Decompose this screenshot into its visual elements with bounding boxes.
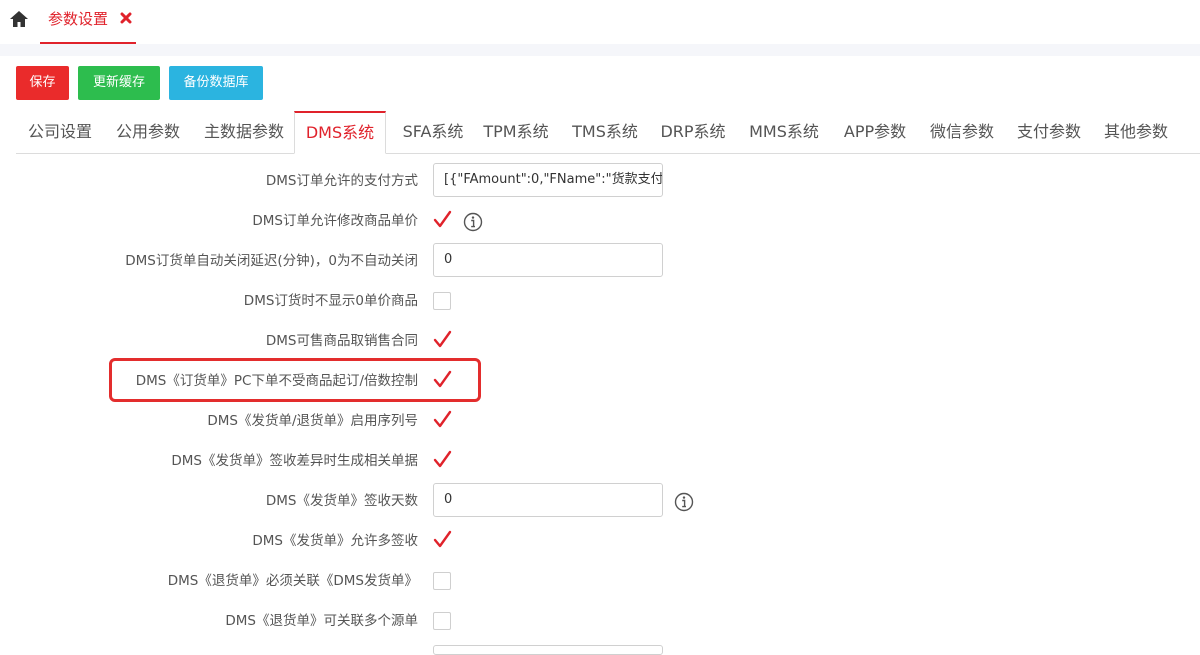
- tab-common-params[interactable]: 公用参数: [104, 111, 192, 153]
- save-button[interactable]: 保存: [16, 66, 69, 100]
- allow-edit-price-checkbox[interactable]: [433, 210, 452, 230]
- check-icon: [433, 330, 452, 348]
- setting-row: DMS《发货单》允许多签收: [0, 521, 1200, 561]
- setting-row: DMS可售商品取销售合同: [0, 321, 1200, 361]
- next-setting-input[interactable]: [433, 645, 663, 655]
- setting-label: DMS《退货单》可关联多个源单: [225, 613, 418, 629]
- sign-days-input[interactable]: 0: [433, 483, 663, 517]
- setting-row: DMS订货单自动关闭延迟(分钟)，0为不自动关闭 0: [0, 241, 1200, 281]
- tab-tms-system[interactable]: TMS系统: [560, 111, 650, 153]
- tab-wechat-params[interactable]: 微信参数: [920, 111, 1004, 153]
- sales-contract-checkbox[interactable]: [433, 330, 452, 350]
- return-multi-source-checkbox[interactable]: [433, 612, 451, 630]
- close-icon[interactable]: [120, 12, 132, 24]
- setting-label: DMS《发货单》允许多签收: [252, 533, 418, 549]
- setting-row: DMS《发货单》签收天数 0: [0, 481, 1200, 521]
- tab-other-params[interactable]: 其他参数: [1094, 111, 1178, 153]
- top-tab-bar: 参数设置: [0, 0, 1200, 44]
- tab-parameter-settings-label: 参数设置: [48, 10, 109, 28]
- refresh-cache-button[interactable]: 更新缓存: [78, 66, 160, 100]
- setting-row: DMS订货时不显示0单价商品: [0, 281, 1200, 321]
- setting-label: DMS《发货单》签收差异时生成相关单据: [171, 453, 418, 469]
- auto-close-delay-input[interactable]: 0: [433, 243, 663, 277]
- setting-row: DMS《发货单》签收差异时生成相关单据: [0, 441, 1200, 481]
- tab-company-settings[interactable]: 公司设置: [16, 111, 104, 153]
- header-separator: [0, 44, 1200, 56]
- module-tabs: 公司设置 公用参数 主数据参数 DMS系统 SFA系统 TPM系统 TMS系统 …: [16, 111, 1200, 154]
- setting-label: DMS《发货单》签收天数: [265, 493, 418, 509]
- setting-label: DMS订货单自动关闭延迟(分钟)，0为不自动关闭: [125, 253, 418, 269]
- setting-label: DMS订单允许的支付方式: [265, 173, 418, 189]
- setting-row: DMS《退货单》必须关联《DMS发货单》: [0, 561, 1200, 601]
- setting-label: DMS可售商品取销售合同: [265, 333, 418, 349]
- setting-label: DMS《发货单/退货单》启用序列号: [207, 413, 418, 429]
- info-icon[interactable]: [674, 492, 694, 512]
- highlight-annotation: [109, 358, 481, 402]
- setting-label: DMS订货时不显示0单价商品: [243, 293, 418, 309]
- tab-master-data-params[interactable]: 主数据参数: [194, 111, 294, 153]
- setting-row: DMS《发货单/退货单》启用序列号: [0, 401, 1200, 441]
- setting-row: DMS订单允许修改商品单价: [0, 201, 1200, 241]
- multi-sign-checkbox[interactable]: [433, 530, 452, 550]
- tab-drp-system[interactable]: DRP系统: [648, 111, 738, 153]
- tab-payment-params[interactable]: 支付参数: [1006, 111, 1092, 153]
- tab-parameter-settings[interactable]: 参数设置: [40, 0, 136, 44]
- tab-tpm-system[interactable]: TPM系统: [473, 111, 559, 153]
- setting-label: DMS《退货单》必须关联《DMS发货单》: [167, 573, 418, 589]
- home-icon[interactable]: [9, 9, 29, 29]
- tab-dms-system[interactable]: DMS系统: [294, 111, 386, 154]
- info-icon[interactable]: [463, 212, 483, 232]
- sign-difference-checkbox[interactable]: [433, 450, 452, 470]
- tab-mms-system[interactable]: MMS系统: [738, 111, 830, 153]
- setting-row: DMS《退货单》可关联多个源单: [0, 601, 1200, 641]
- check-icon: [433, 410, 452, 428]
- check-icon: [433, 530, 452, 548]
- setting-row: DMS订单允许的支付方式 [{"FAmount":0,"FName":"货款支付: [0, 161, 1200, 201]
- hide-zero-price-checkbox[interactable]: [433, 292, 451, 310]
- check-icon: [433, 450, 452, 468]
- return-link-shipment-checkbox[interactable]: [433, 572, 451, 590]
- tab-app-params[interactable]: APP参数: [830, 111, 920, 153]
- tab-sfa-system[interactable]: SFA系统: [388, 111, 478, 153]
- payment-methods-input[interactable]: [{"FAmount":0,"FName":"货款支付: [433, 163, 663, 197]
- setting-label: DMS订单允许修改商品单价: [252, 213, 418, 229]
- backup-database-button[interactable]: 备份数据库: [169, 66, 263, 100]
- check-icon: [433, 210, 452, 228]
- serial-number-checkbox[interactable]: [433, 410, 452, 430]
